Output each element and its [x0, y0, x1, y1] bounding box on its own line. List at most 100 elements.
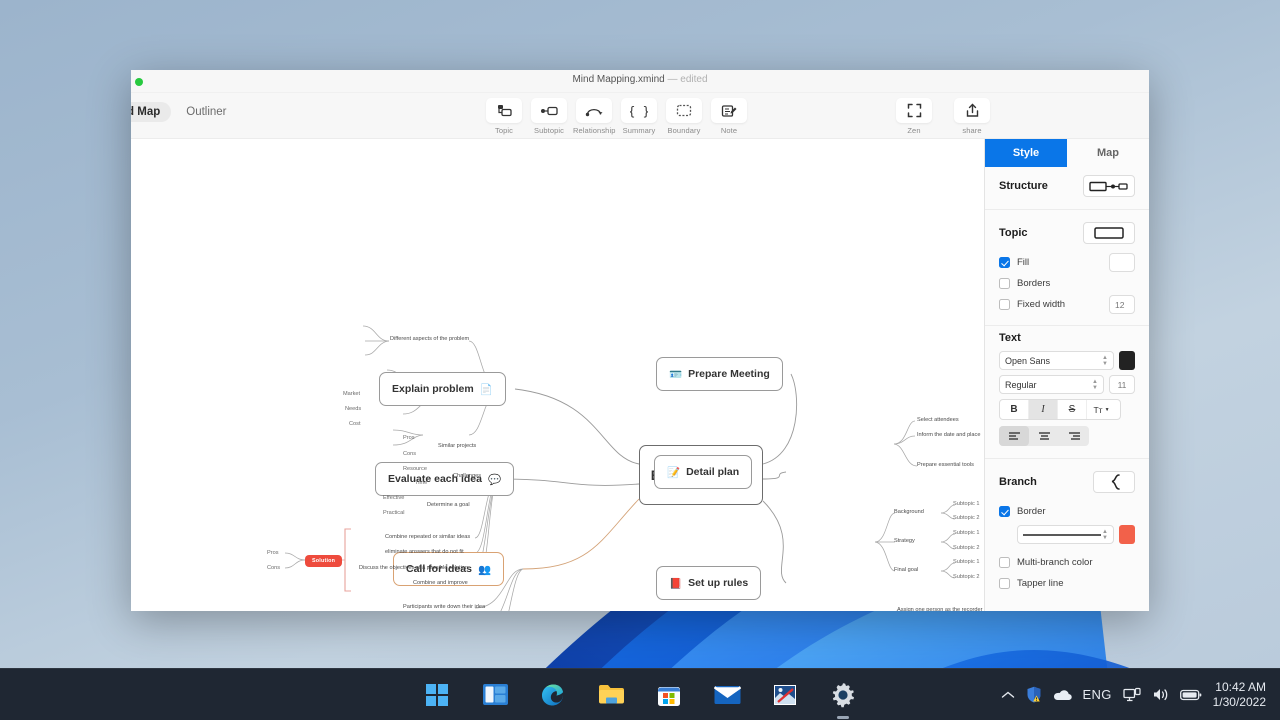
borders-checkbox[interactable] — [999, 278, 1010, 289]
fill-checkbox[interactable] — [999, 257, 1010, 268]
onedrive-button[interactable] — [1053, 689, 1072, 701]
branch-line-style-select[interactable]: ▲ ▼ — [1017, 525, 1114, 544]
leaf-needs[interactable]: Needs — [345, 406, 361, 412]
branch-border-checkbox[interactable] — [999, 506, 1010, 517]
mail-button[interactable] — [711, 679, 743, 711]
multi-branch-color-checkbox[interactable] — [999, 557, 1010, 568]
subtopic-challenges[interactable]: Challenges — [453, 473, 481, 479]
tapper-line-checkbox[interactable] — [999, 578, 1010, 589]
strikethrough-button[interactable]: S — [1058, 400, 1087, 419]
leaf-cost[interactable]: Cost — [349, 421, 361, 427]
subtopic-combine-repeated[interactable]: Combine repeated or similar ideas — [385, 534, 470, 540]
leaf-final-goal-sub2[interactable]: Subtopic 2 — [953, 574, 979, 580]
leaf-final-goal-sub1[interactable]: Subtopic 1 — [953, 559, 979, 565]
borders-checkbox-row[interactable]: Borders — [985, 273, 1149, 294]
clock[interactable]: 10:42 AM 1/30/2022 — [1213, 680, 1272, 710]
subtopic-prepare-tools[interactable]: Prepare essential tools — [917, 462, 974, 468]
align-right-button[interactable] — [1059, 426, 1089, 446]
mindmap-canvas[interactable]: BRAINSTORM Explain problem 📄 Evaluate ea… — [131, 139, 984, 611]
fixed-width-checkbox[interactable] — [999, 299, 1010, 310]
tapper-line-row[interactable]: Tapper line — [985, 573, 1149, 594]
leaf-effective[interactable]: Effective — [383, 495, 404, 501]
branch-border-checkbox-row[interactable]: Border — [985, 501, 1149, 522]
subtopic-inform-date-place[interactable]: Inform the date and place — [917, 432, 980, 438]
topic-prepare-meeting[interactable]: 🪪 Prepare Meeting — [656, 357, 783, 391]
align-left-button[interactable] — [999, 426, 1029, 446]
windows-defender-button[interactable] — [1026, 686, 1042, 703]
document-icon: 📄 — [479, 383, 493, 396]
subtopic-discuss-objectives[interactable]: Discuss the objectives of a possible sol… — [359, 565, 468, 571]
leaf-practical[interactable]: Practical — [383, 510, 404, 516]
text-case-button[interactable]: Tт ▼ — [1087, 400, 1116, 419]
network-button[interactable] — [1122, 687, 1141, 703]
panel-tab-map[interactable]: Map — [1067, 139, 1149, 167]
multi-branch-color-row[interactable]: Multi-branch color — [985, 552, 1149, 573]
topic-shape-selector[interactable] — [1083, 222, 1135, 244]
photos-button[interactable] — [769, 679, 801, 711]
leaf-pros[interactable]: Pros — [403, 435, 415, 441]
tab-mind-map[interactable]: nd Map — [131, 102, 172, 122]
leaf-strategy-sub2[interactable]: Subtopic 2 — [953, 545, 979, 551]
subtopic-similar-projects[interactable]: Similar projects — [438, 443, 476, 449]
font-family-select[interactable]: Open Sans ▲ ▼ — [999, 351, 1114, 370]
file-explorer-button[interactable] — [595, 679, 627, 711]
fill-color-swatch[interactable] — [1109, 253, 1135, 272]
leaf-market[interactable]: Market — [343, 391, 360, 397]
language-indicator[interactable]: ENG — [1083, 687, 1112, 702]
subtopic-final-goal[interactable]: Final goal — [894, 567, 918, 573]
show-hidden-icons-button[interactable] — [1001, 690, 1015, 700]
leaf-background-sub1[interactable]: Subtopic 1 — [953, 501, 979, 507]
zen-tool[interactable]: Zen — [893, 98, 935, 135]
fixed-width-input[interactable]: 12 — [1109, 295, 1135, 314]
bold-button[interactable]: B — [1000, 400, 1029, 419]
badge-solution[interactable]: Solution — [305, 555, 343, 567]
microsoft-store-button[interactable] — [653, 679, 685, 711]
subtopic-strategy[interactable]: Strategy — [894, 538, 915, 544]
structure-selector[interactable] — [1083, 175, 1135, 197]
leaf-solution-pros[interactable]: Pros — [267, 550, 279, 556]
subtopic-select-attendees[interactable]: Select attendees — [917, 417, 959, 423]
font-weight-value: Regular — [1005, 379, 1037, 390]
italic-button[interactable]: I — [1029, 400, 1058, 419]
branch-color-swatch[interactable] — [1119, 525, 1135, 544]
settings-button[interactable] — [827, 679, 859, 719]
volume-button[interactable] — [1152, 687, 1169, 702]
topic-explain-problem[interactable]: Explain problem 📄 — [379, 372, 506, 406]
panel-tab-style[interactable]: Style — [985, 139, 1067, 167]
leaf-cons[interactable]: Cons — [403, 451, 416, 457]
subtopic-tool[interactable]: Subtopic — [528, 98, 570, 135]
leaf-background-sub2[interactable]: Subtopic 2 — [953, 515, 979, 521]
font-weight-select[interactable]: Regular ▲ ▼ — [999, 375, 1104, 394]
relationship-tool[interactable]: Relationship — [573, 98, 615, 135]
subtopic-assign-recorder[interactable]: Assign one person as the recorder — [897, 607, 983, 611]
leaf-time[interactable]: Time — [415, 480, 427, 486]
share-tool[interactable]: share — [951, 98, 993, 135]
subtopic-background[interactable]: Background — [894, 509, 924, 515]
subtopic-different-aspects[interactable]: Different aspects of the problem — [390, 336, 469, 342]
subtopic-combine-and-improve[interactable]: Combine and improve — [413, 580, 468, 586]
edge-button[interactable] — [537, 679, 569, 711]
start-button[interactable] — [421, 679, 453, 711]
subtopic-participants-write[interactable]: Participants write down their idea — [403, 604, 485, 610]
tab-outliner[interactable]: Outliner — [175, 102, 237, 122]
task-view-button[interactable] — [479, 679, 511, 711]
text-color-swatch[interactable] — [1119, 351, 1135, 370]
subtopic-determine-a-goal[interactable]: Determine a goal — [427, 502, 470, 508]
note-tool[interactable]: Note — [708, 98, 750, 135]
summary-tool[interactable]: { } Summary — [618, 98, 660, 135]
font-size-input[interactable]: 11 — [1109, 375, 1135, 394]
fixed-width-checkbox-row[interactable]: Fixed width 12 — [985, 294, 1149, 315]
leaf-strategy-sub1[interactable]: Subtopic 1 — [953, 530, 979, 536]
branch-shape-selector[interactable] — [1093, 471, 1135, 493]
align-center-button[interactable] — [1029, 426, 1059, 446]
leaf-solution-cons[interactable]: Cons — [267, 565, 280, 571]
leaf-resource[interactable]: Resource — [403, 466, 427, 472]
topic-detail-plan[interactable]: 📝 Detail plan — [654, 455, 753, 489]
topic-evaluate-each-idea[interactable]: Evaluate each idea 💬 — [375, 462, 515, 496]
topic-set-up-rules[interactable]: 📕 Set up rules — [656, 566, 762, 600]
boundary-tool[interactable]: Boundary — [663, 98, 705, 135]
subtopic-eliminate-answers[interactable]: eliminate answers that do not fit — [385, 549, 464, 555]
topic-tool[interactable]: Topic — [483, 98, 525, 135]
fill-checkbox-row[interactable]: Fill — [985, 252, 1149, 273]
battery-button[interactable] — [1179, 689, 1202, 701]
